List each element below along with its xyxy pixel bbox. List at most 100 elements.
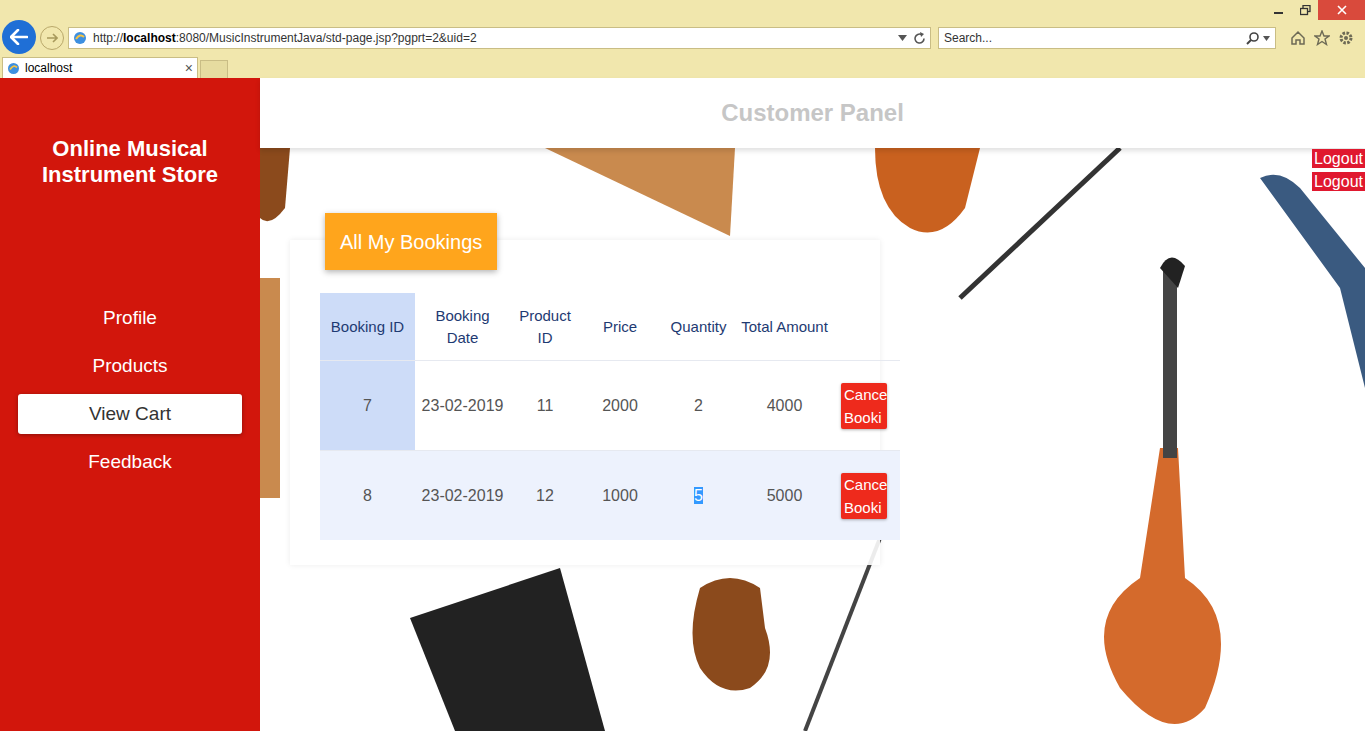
cell-text: 7 xyxy=(363,397,372,414)
cell-selection: 5000 xyxy=(767,484,803,508)
title-bar xyxy=(0,0,1365,20)
table-header-row: Booking ID Booking DateProduct ID Price Qua… xyxy=(320,293,900,360)
url-host: localhost xyxy=(123,31,176,45)
address-bar[interactable]: http://localhost:8080/MusicInstrumentJav… xyxy=(68,27,931,49)
table-cell: 11 xyxy=(510,361,580,450)
cell-text: 2 xyxy=(694,397,703,414)
action-cell: Cance Booki xyxy=(832,451,900,540)
content-area: LogoutLogoutAll My BookingsBooking IDBoo… xyxy=(260,148,1365,731)
column-header: Product ID xyxy=(510,293,580,360)
tab-bar: localhost × xyxy=(0,56,1365,78)
minimize-icon xyxy=(1274,5,1284,15)
table-cell: 12 xyxy=(510,451,580,540)
column-header-label: Total Amount xyxy=(741,316,828,338)
main-panel: Customer Panel Logout Logout All My Booking… xyxy=(260,78,1365,731)
browser-chrome: http://localhost:8080/MusicInstrumentJav… xyxy=(0,0,1365,78)
table-cell: 1000 xyxy=(580,451,660,540)
table-cell: 7 xyxy=(320,361,415,450)
logout-button[interactable]: Logout xyxy=(1312,149,1365,168)
cell-selection: 12 xyxy=(536,484,554,508)
column-header-label: Booking ID xyxy=(331,316,404,338)
new-tab-button[interactable] xyxy=(200,60,228,78)
close-window-button[interactable] xyxy=(1318,0,1365,20)
column-header-label: Quantity xyxy=(671,316,727,338)
sidebar-item[interactable]: Profile xyxy=(18,298,242,338)
cancel-booking-button[interactable]: Cance Booki xyxy=(841,473,887,519)
cell-text: 2000 xyxy=(602,397,638,414)
ie-page-icon xyxy=(73,31,87,45)
cell-text: 12 xyxy=(536,487,554,504)
table-row: 7 23-02-2019 11 2000 2 4000 Cance Booki xyxy=(320,360,900,450)
restore-button[interactable] xyxy=(1292,0,1318,20)
action-cell: Cance Booki xyxy=(832,361,900,450)
web-page: Online Musical Instrument Store Profile Pr… xyxy=(0,78,1365,731)
cell-text: 23-02-2019 xyxy=(422,487,504,504)
navigation-bar: http://localhost:8080/MusicInstrumentJav… xyxy=(0,20,1365,56)
bookings-table: Booking ID Booking DateProduct ID Price Qua… xyxy=(320,293,900,540)
table-cell: 2000 xyxy=(580,361,660,450)
minimize-button[interactable] xyxy=(1266,0,1292,20)
cell-selection: 2 xyxy=(694,394,703,418)
cell-text: 5000 xyxy=(767,487,803,504)
column-header-label: Price xyxy=(603,316,637,338)
column-header: Booking Date xyxy=(415,293,510,360)
cell-selection: 8 xyxy=(363,484,372,508)
cell-selection: 2000 xyxy=(602,394,638,418)
refresh-icon[interactable] xyxy=(913,32,926,45)
table-cell: 2 xyxy=(660,361,737,450)
table-cell: 5000 xyxy=(737,451,832,540)
search-icon[interactable] xyxy=(1246,32,1259,45)
restore-icon xyxy=(1300,5,1311,16)
cell-selection: 23-02-2019 xyxy=(422,484,504,508)
cell-selection: 1000 xyxy=(602,484,638,508)
cell-text: 11 xyxy=(537,397,554,414)
tab-label[interactable]: localhost xyxy=(25,59,180,77)
sidebar: Online Musical Instrument Store Profile Pr… xyxy=(0,78,260,731)
browser-tab[interactable]: localhost × xyxy=(2,57,198,78)
table-cell: 8 xyxy=(320,451,415,540)
column-header: Booking ID xyxy=(320,293,415,360)
favorites-star-icon[interactable] xyxy=(1314,30,1330,46)
search-input[interactable] xyxy=(944,29,1242,47)
sidebar-item[interactable]: Products xyxy=(18,346,242,386)
ie-tab-icon xyxy=(7,62,20,75)
forward-arrow-icon xyxy=(46,33,58,43)
all-bookings-button[interactable]: All My Bookings xyxy=(325,213,497,270)
dropdown-icon[interactable] xyxy=(898,35,907,41)
logout-button[interactable]: Logout xyxy=(1312,172,1365,191)
url-scheme: http:// xyxy=(93,31,123,45)
back-button[interactable] xyxy=(2,20,36,54)
tab-close-button[interactable]: × xyxy=(185,61,193,75)
store-title: Online Musical Instrument Store xyxy=(20,136,240,188)
cell-text: 23-02-2019 xyxy=(422,397,504,414)
home-icon[interactable] xyxy=(1290,30,1306,46)
url-text[interactable]: http://localhost:8080/MusicInstrumentJav… xyxy=(93,29,892,47)
column-header: Total Amount xyxy=(737,293,832,360)
search-dropdown-icon[interactable] xyxy=(1263,36,1270,41)
cell-selection: 7 xyxy=(363,394,372,418)
close-icon xyxy=(1337,5,1347,15)
panel-title: Customer Panel xyxy=(721,95,904,131)
url-path: :8080/MusicInstrumentJava/std-page.jsp?p… xyxy=(176,31,477,45)
cell-selection: 4000 xyxy=(767,394,803,418)
settings-gear-icon[interactable] xyxy=(1338,30,1354,46)
sidebar-item[interactable]: Feedback xyxy=(18,442,242,482)
search-box[interactable] xyxy=(938,27,1276,49)
toolbar-icons xyxy=(1290,30,1354,46)
sidebar-item[interactable]: View Cart xyxy=(18,394,242,434)
column-header-label: Product ID xyxy=(514,305,576,349)
table-cell: 23-02-2019 xyxy=(415,361,510,450)
cancel-booking-button[interactable]: Cance Booki xyxy=(841,383,887,429)
cell-selection: 5 xyxy=(694,484,703,508)
cell-text: 1000 xyxy=(602,487,638,504)
column-header: Quantity xyxy=(660,293,737,360)
table-cell: 23-02-2019 xyxy=(415,451,510,540)
forward-button[interactable] xyxy=(40,26,64,50)
cell-text: 5 xyxy=(694,487,703,504)
table-cell: 4000 xyxy=(737,361,832,450)
cell-text: 8 xyxy=(363,487,372,504)
bookings-section: All My Bookings Booking ID Booking DatePro… xyxy=(260,148,1365,565)
bookings-card: Booking ID Booking DateProduct ID Price Qua… xyxy=(290,240,880,565)
logout-group: Logout Logout xyxy=(1312,149,1365,191)
cell-selection: 23-02-2019 xyxy=(422,394,504,418)
